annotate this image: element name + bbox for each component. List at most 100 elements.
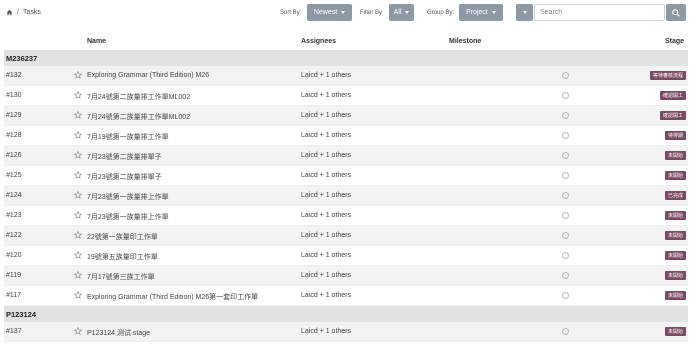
- task-name[interactable]: 7月24號第二族量排工作單ML002: [87, 92, 190, 102]
- task-id[interactable]: #117: [6, 292, 21, 299]
- task-id[interactable]: #129: [6, 112, 22, 119]
- stage-badge: 未開始: [664, 171, 686, 180]
- milestone-circle-icon: [562, 192, 569, 199]
- milestone-circle-icon: [562, 152, 569, 159]
- task-name[interactable]: P123124 测试 stage: [87, 328, 150, 338]
- task-row[interactable]: #119 7月17號第三族工作單 Laicd + 1 others 未開始: [4, 266, 688, 286]
- task-row[interactable]: #129 7月24號第二族量排工作單ML002 Laicd + 1 others 確認…: [4, 106, 688, 126]
- search-icon: [672, 8, 680, 17]
- task-assignees: Laicd + 1 others: [301, 232, 352, 239]
- star-icon[interactable]: [74, 251, 82, 259]
- milestone-circle-icon: [562, 252, 569, 259]
- star-icon[interactable]: [74, 91, 82, 99]
- star-icon[interactable]: [74, 151, 82, 159]
- task-assignees: Laicd + 1 others: [301, 132, 352, 139]
- task-name[interactable]: 19號第五族量印工作單: [87, 252, 158, 262]
- group-value: Project: [466, 9, 488, 16]
- filter-value: All: [393, 9, 402, 16]
- milestone-circle-icon: [562, 132, 569, 139]
- task-assignees: Laicd + 1 others: [301, 192, 352, 199]
- task-row[interactable]: #137 P123124 测试 stage Laicd + 1 others 未開始: [4, 322, 688, 342]
- star-icon[interactable]: [74, 271, 82, 279]
- task-assignees: Laicd + 1 others: [301, 292, 352, 299]
- task-name[interactable]: 22號第一族量印工作單: [87, 232, 158, 242]
- task-row[interactable]: #117 Exploring Grammar (Third Edition) M2…: [4, 286, 688, 306]
- task-row[interactable]: #130 7月24號第二族量排工作單ML002 Laicd + 1 others 確認…: [4, 86, 688, 106]
- stage-badge: 未開始: [664, 211, 686, 220]
- task-id[interactable]: #120: [6, 252, 22, 259]
- star-icon[interactable]: [74, 131, 82, 139]
- task-assignees: Laicd + 1 others: [301, 112, 352, 119]
- stage-badge: 未開始: [664, 291, 686, 300]
- task-row[interactable]: #122 22號第一族量印工作單 Laicd + 1 others 未開始: [4, 226, 688, 246]
- task-id[interactable]: #128: [6, 132, 22, 139]
- column-header-stage[interactable]: Stage: [665, 38, 684, 45]
- breadcrumb-current: Tasks: [22, 9, 41, 16]
- task-name[interactable]: 7月24號第二族量排工作單ML002: [87, 112, 190, 122]
- task-row[interactable]: #132 Exploring Grammar (Third Edition) M2…: [4, 66, 688, 86]
- stage-badge: 未開始: [664, 231, 686, 240]
- milestone-circle-icon: [562, 328, 569, 335]
- top-bar: / Tasks Sort By: Newest Filter By All Gr…: [0, 0, 690, 26]
- task-row[interactable]: #124 7月23號第一族量排上作單 Laicd + 1 others 已完成: [4, 186, 688, 206]
- task-row[interactable]: #123 7月23號第一族量排上作單 Laicd + 1 others 未開始: [4, 206, 688, 226]
- star-icon[interactable]: [74, 71, 82, 79]
- task-assignees: Laicd + 1 others: [301, 172, 352, 179]
- task-id[interactable]: #137: [6, 328, 22, 335]
- task-id[interactable]: #123: [6, 212, 22, 219]
- task-name[interactable]: 7月23號第二族量排單子: [87, 172, 162, 182]
- stage-badge: 確認開工: [659, 91, 686, 100]
- task-row[interactable]: #125 7月23號第二族量排單子 Laicd + 1 others 未開始: [4, 166, 688, 186]
- task-id[interactable]: #130: [6, 92, 22, 99]
- group-dropdown[interactable]: Project: [459, 4, 503, 21]
- stage-badge: 待排期: [664, 131, 686, 140]
- stage-badge: 未開始: [664, 327, 686, 336]
- search-input[interactable]: [534, 4, 665, 21]
- milestone-circle-icon: [562, 172, 569, 179]
- task-row[interactable]: #120 19號第五族量印工作單 Laicd + 1 others 未開始: [4, 246, 688, 266]
- search-button[interactable]: [666, 4, 686, 21]
- star-icon[interactable]: [74, 327, 82, 335]
- chevron-down-icon: [405, 11, 410, 14]
- task-assignees: Laicd + 1 others: [301, 328, 352, 335]
- sort-dropdown[interactable]: Newest: [307, 4, 352, 21]
- column-header-name[interactable]: Name: [87, 38, 106, 45]
- task-name[interactable]: 7月23號第二族量排單子: [87, 152, 162, 162]
- task-name[interactable]: 7月23號第一族量排上作單: [87, 212, 169, 222]
- breadcrumb: / Tasks: [6, 9, 41, 16]
- task-name[interactable]: 7月23號第一族量排上作單: [87, 192, 169, 202]
- task-row[interactable]: #126 7月23號第二族量排單子 Laicd + 1 others 未開始: [4, 146, 688, 166]
- group-header: M236237: [4, 50, 688, 66]
- task-id[interactable]: #125: [6, 172, 22, 179]
- sort-label: Sort By:: [280, 10, 302, 16]
- column-header-assignees[interactable]: Assignees: [301, 38, 336, 45]
- task-id[interactable]: #126: [6, 152, 22, 159]
- home-icon[interactable]: [6, 9, 13, 16]
- task-assignees: Laicd + 1 others: [301, 152, 352, 159]
- task-id[interactable]: #122: [6, 232, 22, 239]
- task-name[interactable]: Exploring Grammar (Third Edition) M26: [87, 72, 209, 79]
- filter-dropdown[interactable]: All: [389, 4, 414, 21]
- star-icon[interactable]: [74, 191, 82, 199]
- star-icon[interactable]: [74, 231, 82, 239]
- column-header-milestone[interactable]: Milestone: [449, 38, 481, 45]
- star-icon[interactable]: [74, 211, 82, 219]
- task-name[interactable]: Exploring Grammar (Third Edition) M26第一套…: [87, 292, 258, 302]
- stage-badge: 未開始: [664, 271, 686, 280]
- star-icon[interactable]: [74, 111, 82, 119]
- task-name[interactable]: 7月17號第三族工作單: [87, 272, 155, 282]
- milestone-circle-icon: [562, 292, 569, 299]
- task-row[interactable]: #128 7月19號第一族量排工作單 Laicd + 1 others 待排期: [4, 126, 688, 146]
- task-id[interactable]: #119: [6, 272, 21, 279]
- task-id[interactable]: #132: [6, 72, 22, 79]
- star-icon[interactable]: [74, 291, 82, 299]
- sort-value: Newest: [313, 9, 338, 16]
- star-icon[interactable]: [74, 171, 82, 179]
- search-scope-dropdown[interactable]: [516, 4, 533, 21]
- stage-badge: 等待審核流程: [649, 71, 686, 80]
- task-name[interactable]: 7月19號第一族量排工作單: [87, 132, 169, 142]
- task-list: M236237 #132 Exploring Grammar (Third Edit…: [4, 50, 688, 342]
- task-id[interactable]: #124: [6, 192, 22, 199]
- task-assignees: Laicd + 1 others: [301, 252, 352, 259]
- group-header: P123124: [4, 306, 688, 322]
